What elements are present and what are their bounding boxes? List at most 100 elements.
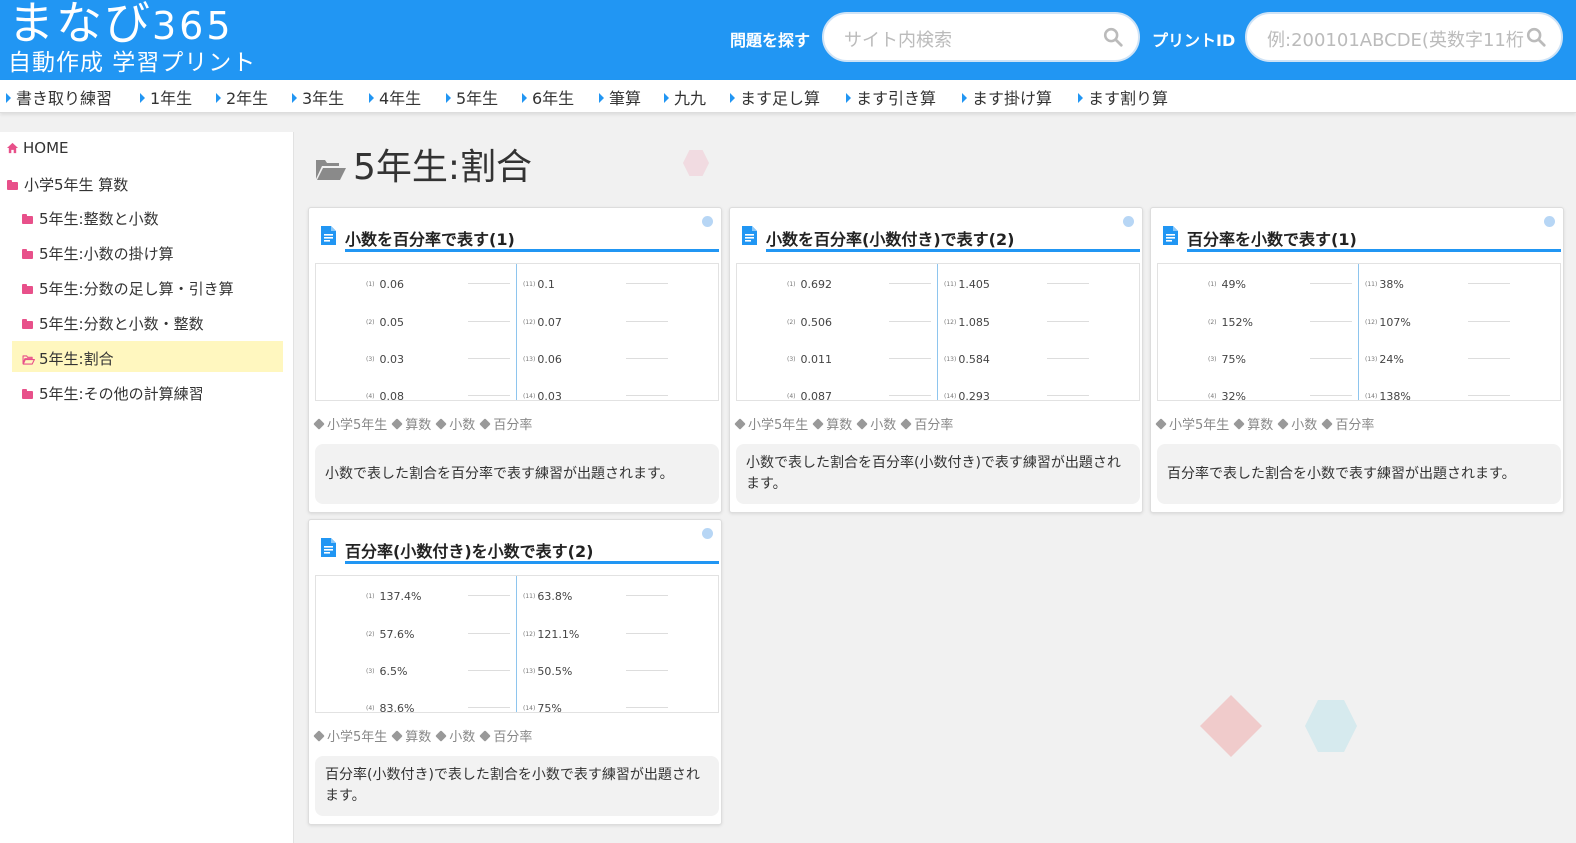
- answer-line: [626, 707, 668, 708]
- title-underline: [345, 561, 719, 564]
- triangle-right-icon: [216, 93, 221, 103]
- tag-list: 小学5年生 算数 小数 百分率: [1155, 414, 1380, 433]
- answer-line: [1468, 395, 1510, 396]
- folder-icon: [22, 284, 33, 294]
- card-title[interactable]: 小数を百分率で表す(1): [345, 226, 515, 250]
- answer-line: [889, 321, 931, 322]
- nav-item-masu-multiplication[interactable]: ます掛け算: [962, 85, 1052, 109]
- tag[interactable]: 小数: [435, 418, 475, 433]
- tag[interactable]: 算数: [391, 730, 431, 745]
- triangle-right-icon: [664, 93, 669, 103]
- tag-icon: [391, 418, 403, 430]
- nav-item-grade1[interactable]: 1年生: [140, 85, 192, 109]
- sidebar-item-other-calc[interactable]: 5年生:その他の計算練習: [22, 383, 204, 404]
- tag-icon: [435, 730, 447, 742]
- tag[interactable]: 算数: [391, 418, 431, 433]
- answer-line: [468, 595, 510, 596]
- status-dot: [702, 216, 713, 227]
- problem-item: (1) 0.06: [366, 278, 404, 291]
- search-label: 問題を探す: [730, 31, 811, 50]
- nav-item-kuku[interactable]: 九九: [664, 85, 706, 109]
- site-search-input[interactable]: サイト内検索: [822, 12, 1140, 62]
- search-icon[interactable]: [1525, 26, 1547, 48]
- background-decoration: [1200, 695, 1262, 757]
- document-icon: [742, 226, 757, 245]
- answer-line: [1468, 321, 1510, 322]
- grade-nav: 書き取り練習 1年生 2年生 3年生 4年生 5年生 6年生 筆算 九九 ます足…: [0, 80, 1576, 113]
- worksheet-card[interactable]: 百分率(小数付き)を小数で表す(2) (1) 137.4% (11) 63.8% (2) 5…: [308, 519, 722, 825]
- tag[interactable]: 小数: [1277, 418, 1317, 433]
- worksheet-thumbnail[interactable]: (1) 137.4% (11) 63.8% (2) 57.6% (12) 121.1% (3) 6…: [315, 575, 719, 713]
- tag[interactable]: 小数: [856, 418, 896, 433]
- sidebar-item-category[interactable]: 小学5年生 算数: [7, 174, 128, 195]
- sidebar-item-home[interactable]: HOME: [6, 139, 69, 157]
- card-title[interactable]: 百分率を小数で表す(1): [1187, 226, 1357, 250]
- thumbnail-divider: [516, 576, 517, 712]
- home-icon: [6, 142, 19, 154]
- nav-item-grade5[interactable]: 5年生: [446, 85, 498, 109]
- sidebar-item-fraction-add-sub[interactable]: 5年生:分数の足し算・引き算: [22, 278, 234, 299]
- problem-item: (1) 137.4%: [366, 590, 422, 603]
- triangle-right-icon: [730, 93, 735, 103]
- nav-item-grade2[interactable]: 2年生: [216, 85, 268, 109]
- answer-line: [626, 321, 668, 322]
- tag-icon: [479, 418, 491, 430]
- tag[interactable]: 小数: [435, 730, 475, 745]
- nav-item-masu-division[interactable]: ます割り算: [1078, 85, 1168, 109]
- document-icon: [321, 538, 336, 557]
- triangle-right-icon: [599, 93, 604, 103]
- background-decoration: [683, 150, 709, 176]
- nav-item-masu-addition[interactable]: ます足し算: [730, 85, 820, 109]
- card-description: 小数で表した割合を百分率(小数付き)で表す練習が出題されます。: [736, 444, 1140, 504]
- answer-line: [626, 358, 668, 359]
- tag[interactable]: 小学5年生: [313, 418, 387, 433]
- site-logo[interactable]: まなび365: [8, 0, 234, 51]
- worksheet-card[interactable]: 百分率を小数で表す(1) (1) 49% (11) 38% (2) 152% (12) 107%…: [1150, 207, 1564, 513]
- worksheet-thumbnail[interactable]: (1) 0.06 (11) 0.1 (2) 0.05 (12) 0.07 (3) 0.03 (13)…: [315, 263, 719, 401]
- tag[interactable]: 百分率: [479, 418, 532, 433]
- problem-item: (12) 1.085: [944, 316, 990, 329]
- triangle-right-icon: [962, 93, 967, 103]
- card-title[interactable]: 百分率(小数付き)を小数で表す(2): [345, 538, 593, 562]
- tag[interactable]: 算数: [1233, 418, 1273, 433]
- answer-line: [1047, 358, 1089, 359]
- answer-line: [626, 595, 668, 596]
- sidebar-item-integers-decimals[interactable]: 5年生:整数と小数: [22, 208, 159, 229]
- worksheet-thumbnail[interactable]: (1) 49% (11) 38% (2) 152% (12) 107% (3) 75% (13) 24…: [1157, 263, 1561, 401]
- worksheet-card[interactable]: 小数を百分率(小数付き)で表す(2) (1) 0.692 (11) 1.405 (2) 0.…: [729, 207, 1143, 513]
- problem-item: (3) 6.5%: [366, 665, 408, 678]
- worksheet-card[interactable]: 小数を百分率で表す(1) (1) 0.06 (11) 0.1 (2) 0.05 (12) 0.0…: [308, 207, 722, 513]
- nav-item-grade3[interactable]: 3年生: [292, 85, 344, 109]
- tag[interactable]: 算数: [812, 418, 852, 433]
- card-title[interactable]: 小数を百分率(小数付き)で表す(2): [766, 226, 1014, 250]
- page-title: 5年生:割合: [315, 138, 532, 190]
- nav-item-kakitori[interactable]: 書き取り練習: [6, 85, 112, 109]
- sidebar-item-fractions-decimals[interactable]: 5年生:分数と小数・整数: [22, 313, 204, 334]
- background-decoration: [1305, 700, 1357, 752]
- tag-icon: [1277, 418, 1289, 430]
- status-dot: [702, 528, 713, 539]
- tag[interactable]: 小学5年生: [1155, 418, 1229, 433]
- nav-item-hissan[interactable]: 筆算: [599, 85, 641, 109]
- tag[interactable]: 百分率: [479, 730, 532, 745]
- sidebar-item-ratio[interactable]: 5年生:割合: [22, 348, 114, 369]
- tag[interactable]: 百分率: [900, 418, 953, 433]
- nav-item-masu-subtraction[interactable]: ます引き算: [846, 85, 936, 109]
- search-icon[interactable]: [1102, 26, 1124, 48]
- folder-open-icon: [22, 355, 35, 365]
- nav-item-grade4[interactable]: 4年生: [369, 85, 421, 109]
- problem-item: (12) 121.1%: [523, 628, 580, 641]
- problem-item: (1) 0.692: [787, 278, 832, 291]
- problem-item: (14) 75%: [523, 702, 562, 713]
- sidebar-item-decimal-multiplication[interactable]: 5年生:小数の掛け算: [22, 243, 174, 264]
- tag[interactable]: 小学5年生: [313, 730, 387, 745]
- nav-item-grade6[interactable]: 6年生: [522, 85, 574, 109]
- folder-icon: [22, 214, 33, 224]
- tag[interactable]: 百分率: [1321, 418, 1374, 433]
- answer-line: [889, 395, 931, 396]
- print-id-input[interactable]: 例:200101ABCDE(英数字11桁: [1245, 12, 1563, 62]
- problem-item: (12) 107%: [1365, 316, 1411, 329]
- status-dot: [1123, 216, 1134, 227]
- worksheet-thumbnail[interactable]: (1) 0.692 (11) 1.405 (2) 0.506 (12) 1.085 (3) 0.0…: [736, 263, 1140, 401]
- tag[interactable]: 小学5年生: [734, 418, 808, 433]
